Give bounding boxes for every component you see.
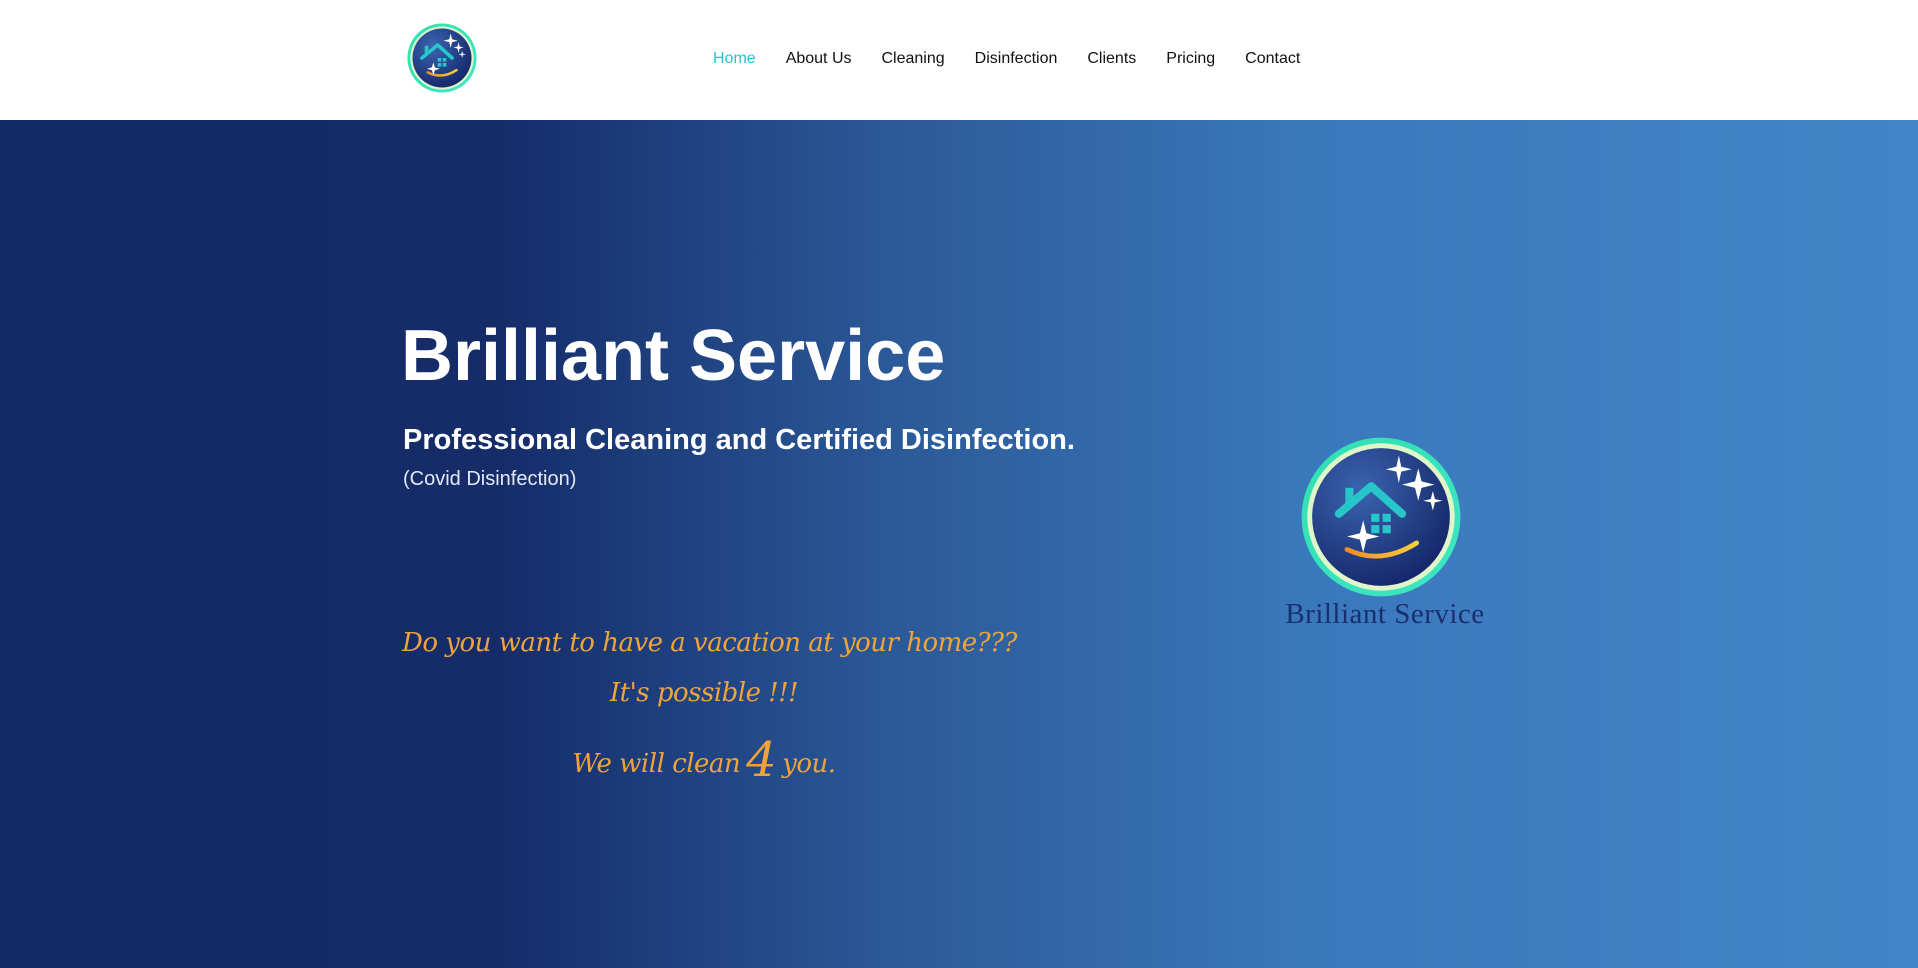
nav-item-cleaning[interactable]: Cleaning bbox=[882, 46, 945, 72]
tagline-question: Do you want to have a vacation at your h… bbox=[402, 628, 1017, 658]
tagline-clean-after: you. bbox=[782, 749, 836, 779]
nav-item-home[interactable]: Home bbox=[713, 46, 756, 72]
hero-title: Brilliant Service bbox=[401, 316, 946, 396]
nav-item-clients[interactable]: Clients bbox=[1087, 46, 1136, 72]
tagline-clean-for-you: We will clean 4 you. bbox=[402, 736, 1006, 784]
nav-item-disinfection[interactable]: Disinfection bbox=[975, 46, 1058, 72]
brilliant-service-logo-icon[interactable] bbox=[406, 22, 478, 94]
hero-section: Brilliant Service Professional Cleaning … bbox=[0, 120, 1918, 968]
hero-subtitle: Professional Cleaning and Certified Disi… bbox=[403, 424, 1075, 456]
tagline-clean-before: We will clean bbox=[572, 749, 741, 779]
hero-logo-icon bbox=[1300, 436, 1462, 598]
nav-item-contact[interactable]: Contact bbox=[1245, 46, 1300, 72]
nav-item-about-us[interactable]: About Us bbox=[786, 46, 852, 72]
tagline-clean-number: 4 bbox=[746, 732, 777, 788]
tagline-possible: It's possible !!! bbox=[609, 678, 799, 708]
site-header: Home About Us Cleaning Disinfection Clie… bbox=[0, 0, 1918, 120]
main-nav: Home About Us Cleaning Disinfection Clie… bbox=[713, 46, 1300, 72]
hero-note: (Covid Disinfection) bbox=[403, 468, 577, 490]
nav-item-pricing[interactable]: Pricing bbox=[1166, 46, 1215, 72]
hero-brand-name: Brilliant Service bbox=[1285, 598, 1485, 630]
